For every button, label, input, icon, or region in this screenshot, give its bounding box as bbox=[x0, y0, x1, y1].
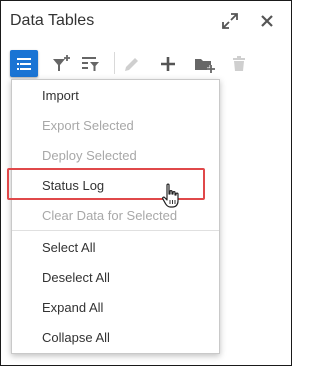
menu-icon bbox=[17, 58, 31, 70]
delete-icon[interactable] bbox=[230, 52, 248, 76]
menu-item-label: Collapse All bbox=[42, 330, 110, 345]
menu-item-select-all[interactable]: Select All bbox=[12, 232, 219, 262]
menu-item-clear-data: Clear Data for Selected bbox=[12, 200, 219, 230]
menu-item-label: Select All bbox=[42, 240, 96, 255]
menu-item-label: Import bbox=[42, 88, 79, 103]
toolbar-separator bbox=[114, 52, 115, 74]
expand-icon[interactable] bbox=[221, 12, 239, 30]
menu-item-label: Clear Data for Selected bbox=[42, 208, 178, 223]
close-icon[interactable] bbox=[258, 12, 276, 30]
menu-item-label: Deploy Selected bbox=[42, 148, 137, 163]
filter-list-icon[interactable] bbox=[81, 52, 101, 76]
actions-menu: Import Export Selected Deploy Selected S… bbox=[11, 79, 220, 354]
menu-item-label: Deselect All bbox=[42, 270, 110, 285]
hand-cursor-icon bbox=[162, 183, 179, 208]
menu-item-label: Export Selected bbox=[42, 118, 134, 133]
add-folder-icon[interactable] bbox=[194, 52, 216, 76]
menu-divider bbox=[12, 230, 219, 231]
menu-item-label: Expand All bbox=[42, 300, 104, 315]
menu-button[interactable] bbox=[10, 50, 38, 77]
menu-item-expand-all[interactable]: Expand All bbox=[12, 292, 219, 322]
menu-item-import[interactable]: Import bbox=[12, 80, 219, 110]
data-tables-panel: Data Tables Import Export Selected Deplo… bbox=[0, 0, 292, 366]
menu-item-deploy-selected: Deploy Selected bbox=[12, 140, 219, 170]
panel-title: Data Tables bbox=[10, 12, 95, 29]
add-icon[interactable] bbox=[158, 52, 178, 76]
menu-item-deselect-all[interactable]: Deselect All bbox=[12, 262, 219, 292]
menu-item-collapse-all[interactable]: Collapse All bbox=[12, 322, 219, 352]
filter-add-icon[interactable] bbox=[52, 52, 72, 76]
edit-icon[interactable] bbox=[122, 52, 140, 76]
menu-item-export-selected: Export Selected bbox=[12, 110, 219, 140]
